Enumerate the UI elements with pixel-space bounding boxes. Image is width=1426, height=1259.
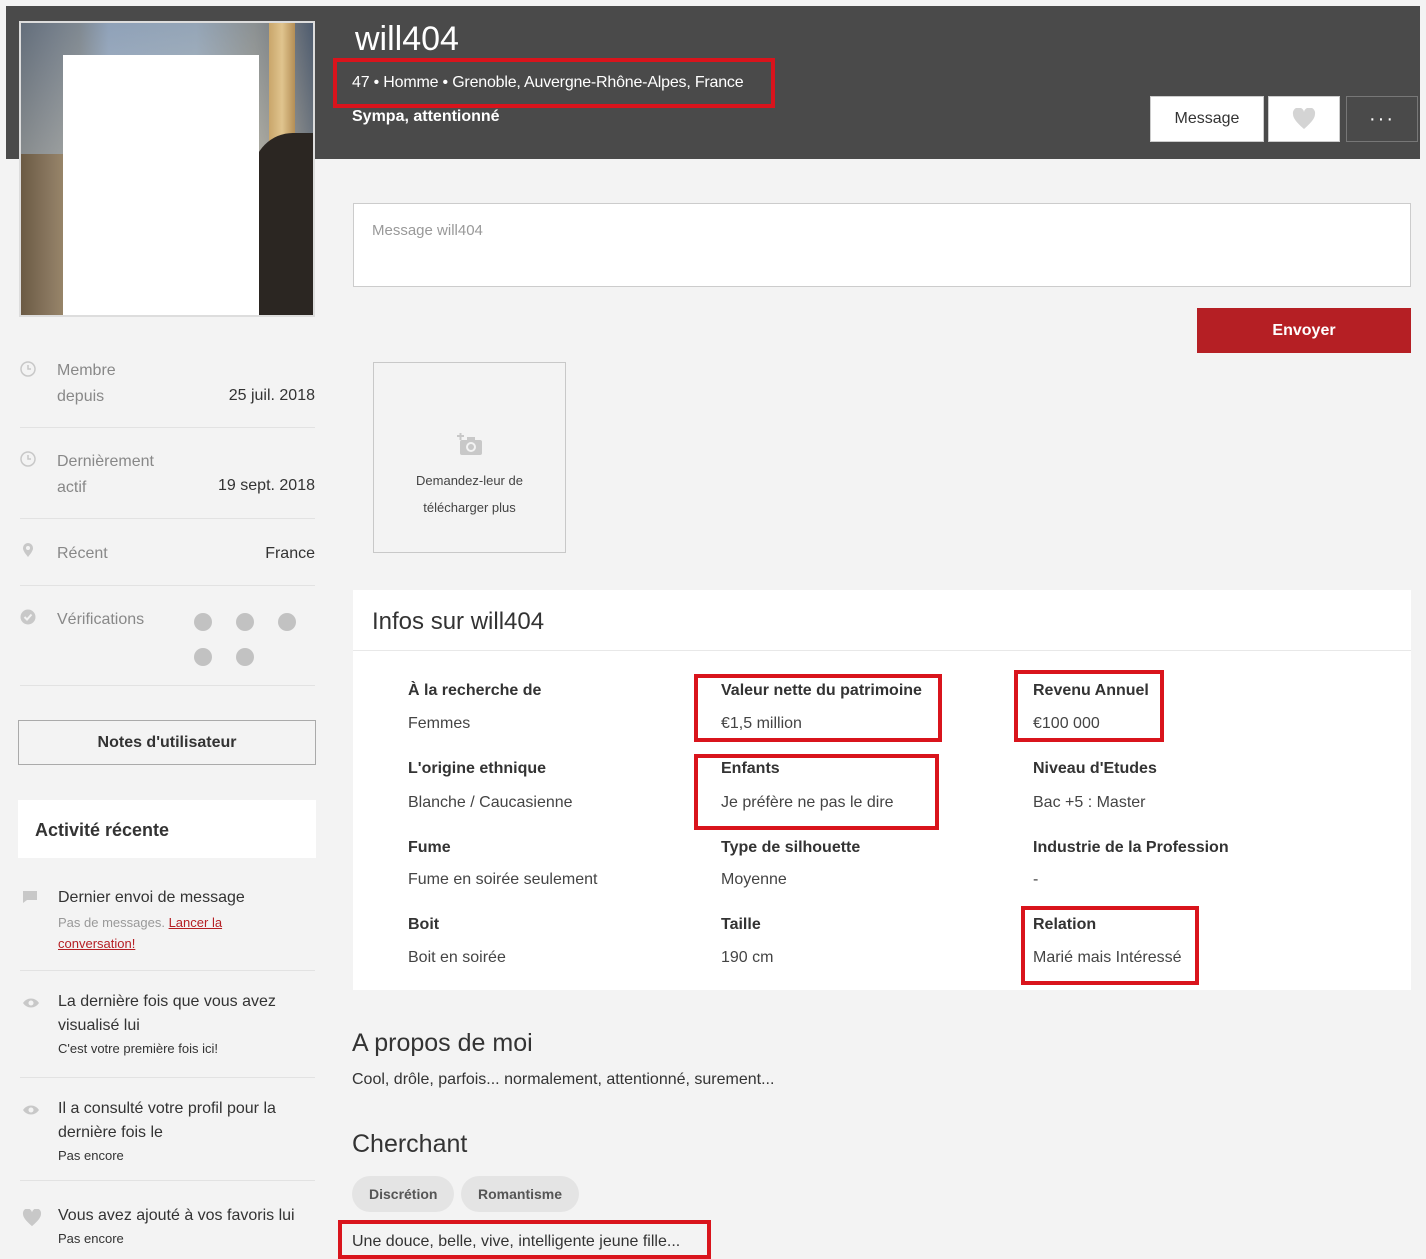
last-active-value: 19 sept. 2018 xyxy=(218,477,315,494)
recent-location-row: Récent France xyxy=(20,538,315,586)
about-text: Cool, drôle, parfois... normalement, att… xyxy=(352,1071,775,1088)
field-label-height: Taille xyxy=(721,916,761,933)
id-verification-icon xyxy=(194,648,212,666)
field-value-industry: - xyxy=(1033,871,1039,888)
photo-verification-icon xyxy=(236,648,254,666)
member-since-label-2: depuis xyxy=(57,388,105,405)
profile-meta: 47 • Homme • Grenoble, Auvergne-Rhône-Al… xyxy=(352,74,744,91)
field-label-seeking: À la recherche de xyxy=(408,682,542,699)
request-photos-text: Demandez-leur de télécharger plus xyxy=(416,473,523,515)
message-input[interactable]: Message will404 xyxy=(353,203,1411,287)
highlight-box xyxy=(1014,670,1164,742)
seeking-text: Une douce, belle, vive, intelligente jeu… xyxy=(352,1233,681,1250)
activity-title: Vous avez ajouté à vos favoris lui xyxy=(58,1207,295,1224)
request-photos-card[interactable]: Demandez-leur de télécharger plus xyxy=(373,362,566,553)
camera-add-icon xyxy=(456,433,483,455)
message-button[interactable]: Message xyxy=(1150,96,1264,142)
member-since-label: Membre xyxy=(57,362,116,379)
activity-sub: Pas encore xyxy=(58,1231,124,1246)
clock-icon xyxy=(20,451,36,467)
recent-activity-title: Activité récente xyxy=(18,800,316,858)
send-button[interactable]: Envoyer xyxy=(1197,308,1411,353)
recent-label: Récent xyxy=(57,545,108,562)
instagram-icon xyxy=(236,613,254,631)
activity-sub: C'est votre première fois ici! xyxy=(58,1041,218,1056)
field-value-seeking: Femmes xyxy=(408,715,471,732)
eye-icon xyxy=(23,1105,39,1115)
activity-item: La dernière fois que vous avez visualisé… xyxy=(20,990,315,1078)
activity-title: Il a consulté votre profil pour la derni… xyxy=(58,1100,276,1141)
activity-title: Dernier envoi de message xyxy=(58,889,245,906)
about-title: A propos de moi xyxy=(352,1029,533,1057)
profile-username: will404 xyxy=(355,20,459,58)
photo-redaction xyxy=(63,55,259,315)
verifications-label: Vérifications xyxy=(57,611,145,628)
facebook-icon xyxy=(194,613,212,631)
field-label-body-type: Type de silhouette xyxy=(721,839,861,856)
field-label-smoking: Fume xyxy=(408,839,451,856)
activity-item: Vous avez ajouté à vos favoris lui Pas e… xyxy=(20,1204,315,1254)
user-notes-button[interactable]: Notes d'utilisateur xyxy=(18,720,316,765)
field-value-height: 190 cm xyxy=(721,949,774,966)
tag-discretion: Discrétion xyxy=(352,1176,455,1212)
last-active-label-2: actif xyxy=(57,479,87,496)
field-label-industry: Industrie de la Profession xyxy=(1033,839,1229,856)
highlight-box xyxy=(1021,906,1199,985)
field-value-body-type: Moyenne xyxy=(721,871,787,888)
field-label-ethnicity: L'origine ethnique xyxy=(408,760,547,777)
recent-value: France xyxy=(265,545,315,562)
last-active-row: Dernièrement actif 19 sept. 2018 xyxy=(20,445,315,519)
highlight-box xyxy=(694,674,942,742)
field-label-drinking: Boit xyxy=(408,916,440,933)
message-icon xyxy=(23,891,37,903)
tag-romance: Romantisme xyxy=(461,1176,580,1212)
profile-photo[interactable] xyxy=(19,21,315,317)
activity-sub-text: Pas de messages. xyxy=(58,915,165,930)
field-label-education: Niveau d'Etudes xyxy=(1033,760,1157,777)
verifications-row: Vérifications xyxy=(20,605,315,686)
heart-icon xyxy=(1292,108,1316,129)
info-card-title: Infos sur will404 xyxy=(372,608,545,635)
activity-sub: Pas encore xyxy=(58,1148,124,1163)
linkedin-icon xyxy=(278,613,296,631)
member-since-row: Membre depuis 25 juil. 2018 xyxy=(20,355,315,428)
location-pin-icon xyxy=(23,543,33,557)
clock-icon xyxy=(20,361,36,377)
seeking-title: Cherchant xyxy=(352,1130,468,1158)
activity-sub: Pas de messages. Lancer la conversation! xyxy=(58,912,278,954)
heart-icon xyxy=(22,1209,42,1227)
check-badge-icon xyxy=(20,609,36,625)
highlight-box xyxy=(694,754,939,830)
profile-tagline: Sympa, attentionné xyxy=(352,108,500,125)
activity-item: Il a consulté votre profil pour la derni… xyxy=(20,1097,315,1181)
field-value-education: Bac +5 : Master xyxy=(1033,794,1146,811)
more-options-button[interactable]: ··· xyxy=(1346,96,1418,142)
field-value-ethnicity: Blanche / Caucasienne xyxy=(408,794,573,811)
field-value-smoking: Fume en soirée seulement xyxy=(408,871,598,888)
field-value-drinking: Boit en soirée xyxy=(408,949,506,966)
eye-icon xyxy=(23,998,39,1008)
favorite-button[interactable] xyxy=(1268,96,1340,142)
member-since-value: 25 juil. 2018 xyxy=(228,387,315,404)
activity-item: Dernier envoi de message Pas de messages… xyxy=(20,886,315,971)
activity-title: La dernière fois que vous avez visualisé… xyxy=(58,993,276,1034)
last-active-label: Dernièrement xyxy=(57,453,154,470)
